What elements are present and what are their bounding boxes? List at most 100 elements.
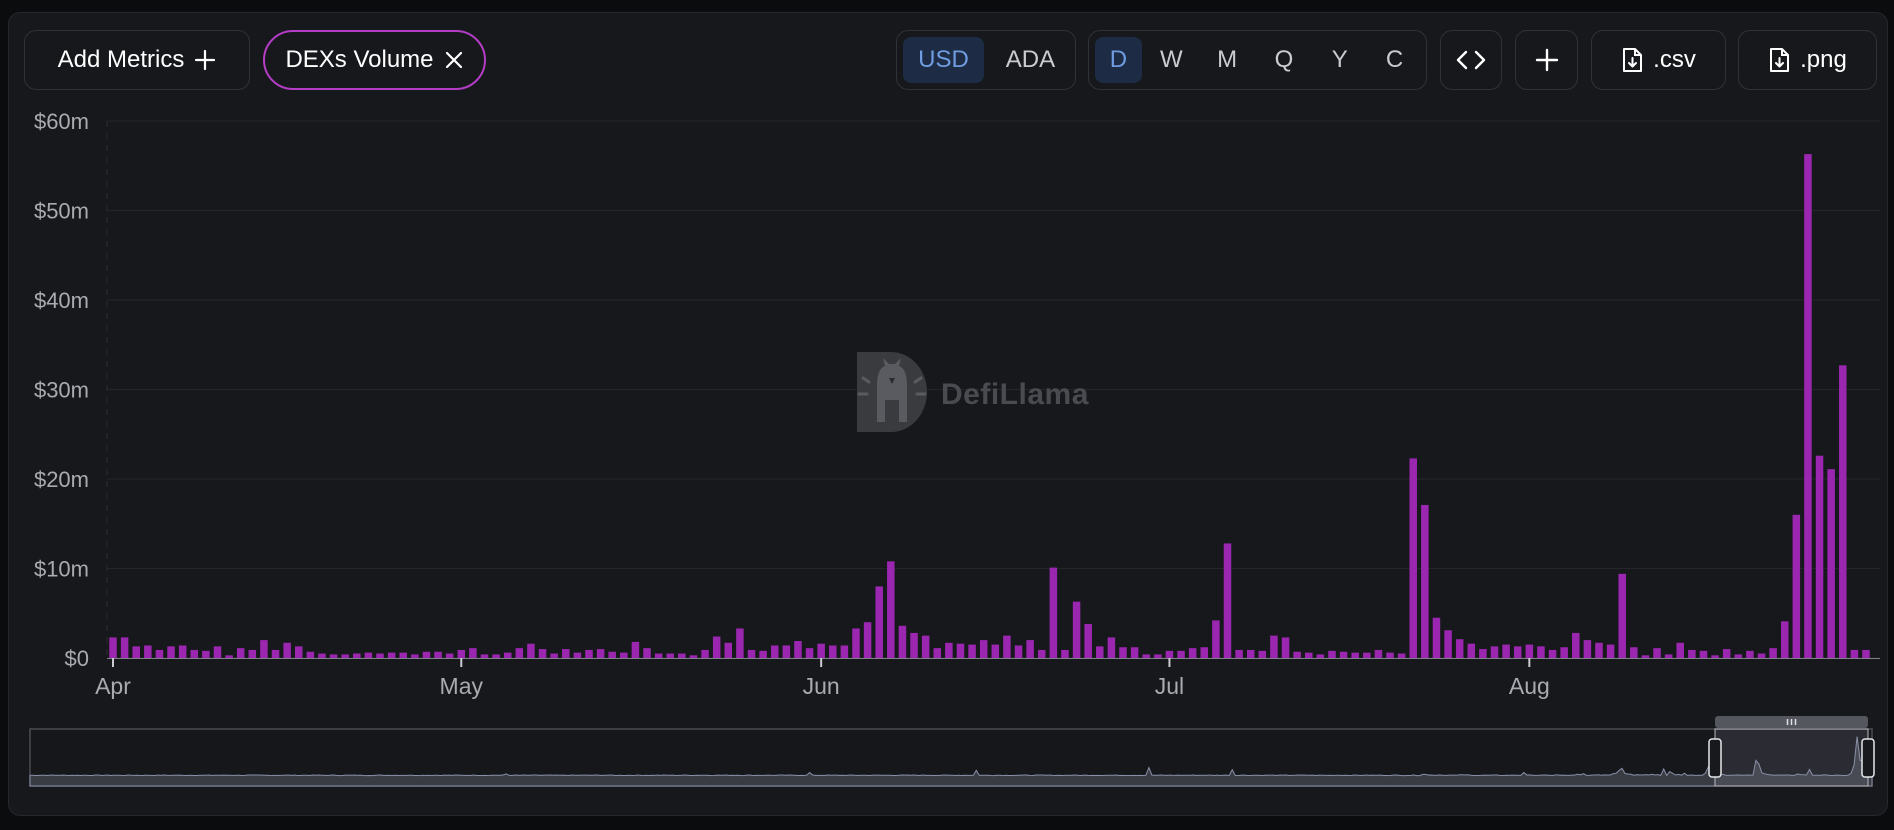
bar[interactable] <box>1664 654 1673 658</box>
bar[interactable] <box>1583 640 1592 658</box>
bar[interactable] <box>132 646 140 658</box>
range-brush[interactable] <box>29 716 1875 787</box>
bar[interactable] <box>643 648 651 658</box>
bar[interactable] <box>1049 567 1058 658</box>
brush-resize-handle[interactable] <box>1708 738 1722 778</box>
bar[interactable] <box>411 654 419 658</box>
bar[interactable] <box>1722 649 1731 658</box>
bar[interactable] <box>1096 646 1104 658</box>
bar[interactable] <box>341 654 349 658</box>
bar[interactable] <box>1177 650 1185 658</box>
bar[interactable] <box>1374 649 1383 658</box>
bar[interactable] <box>120 637 129 658</box>
bar[interactable] <box>271 649 280 658</box>
bar[interactable] <box>364 652 373 658</box>
bar[interactable] <box>678 653 686 658</box>
bar[interactable] <box>1804 154 1812 658</box>
bar[interactable] <box>318 653 326 658</box>
bar[interactable] <box>1305 652 1313 658</box>
bar[interactable] <box>295 646 303 658</box>
bar[interactable] <box>329 654 338 658</box>
bar[interactable] <box>1293 651 1301 658</box>
bar[interactable] <box>1188 648 1197 658</box>
bar[interactable] <box>1595 642 1603 658</box>
bar[interactable] <box>747 649 756 658</box>
bar[interactable] <box>550 653 558 658</box>
bar[interactable] <box>527 643 535 658</box>
bar[interactable] <box>1815 455 1824 658</box>
bar[interactable] <box>1641 655 1650 658</box>
bar[interactable] <box>248 649 257 658</box>
bar[interactable] <box>1827 469 1835 658</box>
bar[interactable] <box>875 586 883 658</box>
bar[interactable] <box>1630 647 1638 658</box>
bar[interactable] <box>1780 621 1789 658</box>
bar[interactable] <box>712 636 721 658</box>
bar[interactable] <box>1142 654 1150 658</box>
bar[interactable] <box>1862 649 1870 658</box>
bar[interactable] <box>422 651 431 658</box>
bar[interactable] <box>144 645 152 658</box>
bar[interactable] <box>1757 653 1766 658</box>
bar[interactable] <box>503 652 512 658</box>
bar[interactable] <box>1316 654 1325 658</box>
bar[interactable] <box>434 651 442 658</box>
bar[interactable] <box>1130 647 1139 658</box>
bar[interactable] <box>1746 650 1754 658</box>
bar[interactable] <box>887 561 895 658</box>
bar[interactable] <box>1154 654 1162 658</box>
bar[interactable] <box>1072 601 1081 658</box>
bar[interactable] <box>1537 646 1545 658</box>
bar[interactable] <box>1235 649 1243 658</box>
bar[interactable] <box>1525 644 1534 658</box>
bar[interactable] <box>306 651 315 658</box>
bar[interactable] <box>492 654 500 658</box>
bar[interactable] <box>770 645 779 658</box>
bar[interactable] <box>1061 649 1069 658</box>
bar[interactable] <box>190 649 199 658</box>
bar[interactable] <box>445 653 454 658</box>
bar[interactable] <box>1769 648 1777 658</box>
bar[interactable] <box>910 632 918 658</box>
bar[interactable] <box>1037 649 1046 658</box>
bar[interactable] <box>956 643 965 658</box>
bar[interactable] <box>1270 635 1278 659</box>
bar[interactable] <box>1490 646 1499 658</box>
bar[interactable] <box>109 637 117 658</box>
bar[interactable] <box>1734 654 1743 658</box>
bar[interactable] <box>1223 543 1232 658</box>
bar[interactable] <box>666 653 675 658</box>
bar[interactable] <box>236 648 245 658</box>
bar[interactable] <box>1281 637 1290 658</box>
bar[interactable] <box>1107 637 1116 658</box>
bar[interactable] <box>852 628 860 658</box>
bar[interactable] <box>1653 648 1661 658</box>
bar[interactable] <box>1003 635 1011 659</box>
bar[interactable] <box>1479 649 1487 658</box>
bar[interactable] <box>1572 632 1580 658</box>
bar[interactable] <box>1397 653 1406 658</box>
bar[interactable] <box>1606 644 1615 658</box>
bar[interactable] <box>794 641 802 658</box>
bar[interactable] <box>480 654 489 658</box>
bar[interactable] <box>1839 365 1847 658</box>
bar[interactable] <box>1386 652 1394 658</box>
bar[interactable] <box>376 653 384 658</box>
bar[interactable] <box>1084 623 1092 658</box>
bar[interactable] <box>933 648 942 658</box>
bar[interactable] <box>631 641 640 658</box>
bar[interactable] <box>701 649 709 658</box>
bar[interactable] <box>1560 647 1568 658</box>
bar[interactable] <box>1421 504 1429 658</box>
bar[interactable] <box>817 643 825 658</box>
brush-selection[interactable] <box>1714 728 1869 787</box>
bar[interactable] <box>1688 649 1696 658</box>
bar[interactable] <box>1258 650 1267 658</box>
bar[interactable] <box>1328 650 1336 658</box>
bar[interactable] <box>1513 646 1522 658</box>
bar[interactable] <box>1711 655 1719 658</box>
bar[interactable] <box>1339 651 1348 658</box>
bar[interactable] <box>1026 640 1034 658</box>
bar[interactable] <box>689 655 698 658</box>
bar[interactable] <box>620 652 628 658</box>
